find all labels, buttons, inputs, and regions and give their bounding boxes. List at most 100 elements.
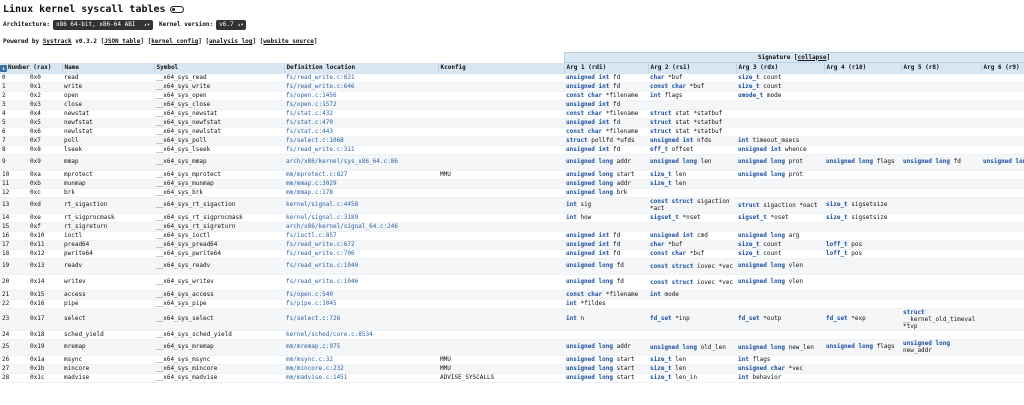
col-symbol[interactable]: Symbol (154, 62, 285, 74)
cell-hex: 0x11 (28, 240, 62, 250)
cell-definition[interactable]: mm/mremap.c:975 (284, 339, 438, 356)
cell-hex: 0x2 (28, 91, 62, 101)
col-kconfig[interactable]: Kconfig (438, 62, 565, 74)
cell-arg6 (981, 118, 1024, 128)
cell-definition[interactable]: fs/stat.c:470 (284, 118, 438, 128)
cell-kconfig (438, 213, 564, 223)
cell-name: lseek (62, 145, 154, 155)
cell-arg5: unsigned long new_addr (901, 339, 981, 356)
cell-symbol: __x64_sys_sched_yield (154, 330, 284, 340)
cell-hex: 0xb (28, 179, 62, 189)
table-row: 17 0x11 pread64 __x64_sys_pread64 fs/read_wr… (0, 240, 1024, 250)
table-row: 1 0x1 write __x64_sys_write fs/read_write.c:… (0, 82, 1024, 92)
cell-number: 14 (0, 213, 28, 223)
cell-arg1: unsigned int fd (564, 145, 648, 155)
col-arg6[interactable]: Arg 6 (r9) (981, 62, 1024, 74)
cell-arg4 (824, 222, 901, 232)
cell-arg2: struct stat *statbuf (648, 109, 736, 119)
cell-definition[interactable]: arch/x86/kernel/signal_64.c:246 (284, 222, 438, 232)
cell-definition[interactable]: fs/stat.c:432 (284, 109, 438, 119)
analysis-log-link[interactable]: analysis log (209, 38, 252, 45)
json-table-link[interactable]: JSON table (104, 38, 140, 45)
signature-label: Signature (757, 53, 791, 61)
cell-definition[interactable]: fs/read_write.c:646 (284, 82, 438, 92)
table-row: 12 0xc brk __x64_sys_brk mm/mmap.c:178 unsign… (0, 188, 1024, 198)
cell-arg3: size_t count (736, 249, 824, 259)
cell-definition[interactable]: fs/open.c:1572 (284, 100, 438, 110)
website-source-link[interactable]: website source (263, 38, 314, 45)
cell-hex: 0xe (28, 213, 62, 223)
cell-arg5 (901, 73, 981, 83)
cell-definition[interactable]: fs/pipe.c:1045 (284, 299, 438, 309)
cell-definition[interactable]: fs/read_write.c:1046 (284, 274, 438, 291)
table-row: 23 0x17 select __x64_sys_select fs/select.c:… (0, 308, 1024, 331)
cell-hex: 0x14 (28, 274, 62, 291)
cell-definition[interactable]: fs/open.c:1456 (284, 91, 438, 101)
cell-arg4: size_t sigsetsize (824, 213, 901, 223)
cell-definition[interactable]: fs/read_write.c:672 (284, 240, 438, 250)
cell-symbol: __x64_sys_lseek (154, 145, 284, 155)
cell-symbol: __x64_sys_pread64 (154, 240, 284, 250)
cell-definition[interactable]: fs/ioctl.c:857 (284, 231, 438, 241)
cell-number: 22 (0, 299, 28, 309)
cell-arg4 (824, 364, 901, 374)
cell-definition[interactable]: mm/mmap.c:178 (284, 188, 438, 198)
cell-definition[interactable]: mm/madvise.c:1451 (284, 373, 438, 383)
cell-arg1 (564, 222, 648, 232)
cell-definition[interactable]: fs/select.c:1068 (284, 136, 438, 146)
cell-arg3: unsigned long new_len (736, 339, 824, 356)
cell-arg3: sigset_t *oset (736, 213, 824, 223)
cell-definition[interactable]: kernel/sched/core.c:8534 (284, 330, 438, 340)
col-arg5[interactable]: Arg 5 (r8) (901, 62, 982, 74)
col-arg3[interactable]: Arg 3 (rdx) (736, 62, 825, 74)
sort-icon[interactable]: ↓ (0, 65, 7, 72)
col-definition[interactable]: Definition location (284, 62, 439, 74)
cell-arg6 (981, 240, 1024, 250)
cell-arg2: char *buf (648, 240, 736, 250)
cell-symbol: __x64_sys_newstat (154, 109, 284, 119)
cell-arg4 (824, 299, 901, 309)
collapse-link[interactable]: collapse (798, 54, 827, 61)
table-row: 14 0xe rt_sigprocmask __x64_sys_rt_sigprocm… (0, 213, 1024, 223)
cell-symbol: __x64_sys_writev (154, 274, 284, 291)
cell-arg6 (981, 274, 1024, 291)
cell-definition[interactable]: fs/stat.c:443 (284, 127, 438, 137)
cell-definition[interactable]: fs/read_write.c:706 (284, 249, 438, 259)
kernel-config-link[interactable]: kernel config (151, 38, 198, 45)
chevron-updown-icon: ▴▾ (143, 22, 150, 28)
cell-definition[interactable]: mm/mmap.c:3029 (284, 179, 438, 189)
cell-definition[interactable]: kernel/signal.c:3189 (284, 213, 438, 223)
cell-definition[interactable]: mm/mincore.c:232 (284, 364, 438, 374)
cell-symbol: __x64_sys_newlstat (154, 127, 284, 137)
cell-symbol: __x64_sys_mincore (154, 364, 284, 374)
chevron-updown-icon: ▴▾ (237, 22, 244, 28)
cell-definition[interactable]: fs/open.c:540 (284, 290, 438, 300)
cell-symbol: __x64_sys_mremap (154, 339, 284, 356)
table-row: 9 0x9 mmap __x64_sys_mmap arch/x86/kernel/sy… (0, 154, 1024, 171)
col-arg4[interactable]: Arg 4 (r10) (824, 62, 902, 74)
col-arg1[interactable]: Arg 1 (rdi) (564, 62, 649, 74)
table-row: 15 0xf rt_sigreturn __x64_sys_rt_sigreturn a… (0, 222, 1024, 232)
cell-definition[interactable]: mm/mprotect.c:827 (284, 170, 438, 180)
cell-arg4: size_t sigsetsize (824, 197, 901, 214)
cell-definition[interactable]: arch/x86/kernel/sys_x86_64.c:86 (284, 154, 438, 171)
arch-select[interactable]: x86 64-bit, x86-64 ABI ▴▾ (52, 20, 153, 30)
cell-number: 3 (0, 100, 28, 110)
cell-definition[interactable]: fs/select.c:726 (284, 308, 438, 331)
cell-name: pwrite64 (62, 249, 154, 259)
systrack-link[interactable]: Systrack (43, 38, 72, 45)
theme-toggle[interactable] (169, 6, 184, 13)
col-arg2[interactable]: Arg 2 (rsi) (648, 62, 737, 74)
cell-symbol: __x64_sys_pipe (154, 299, 284, 309)
cell-definition[interactable]: fs/read_write.c:621 (284, 73, 438, 83)
cell-arg2: const char *buf (648, 82, 736, 92)
cell-arg1: int n (564, 308, 648, 331)
cell-definition[interactable]: kernel/signal.c:4458 (284, 197, 438, 214)
kernel-select[interactable]: v6.7 ▴▾ (216, 20, 247, 30)
cell-definition[interactable]: mm/msync.c:32 (284, 355, 438, 365)
col-name[interactable]: Name (62, 62, 155, 74)
cell-definition[interactable]: fs/read_write.c:1040 (284, 258, 438, 275)
cell-definition[interactable]: fs/read_write.c:311 (284, 145, 438, 155)
col-number[interactable]: ↓ Number (rax) (0, 62, 63, 74)
cell-arg4 (824, 82, 901, 92)
